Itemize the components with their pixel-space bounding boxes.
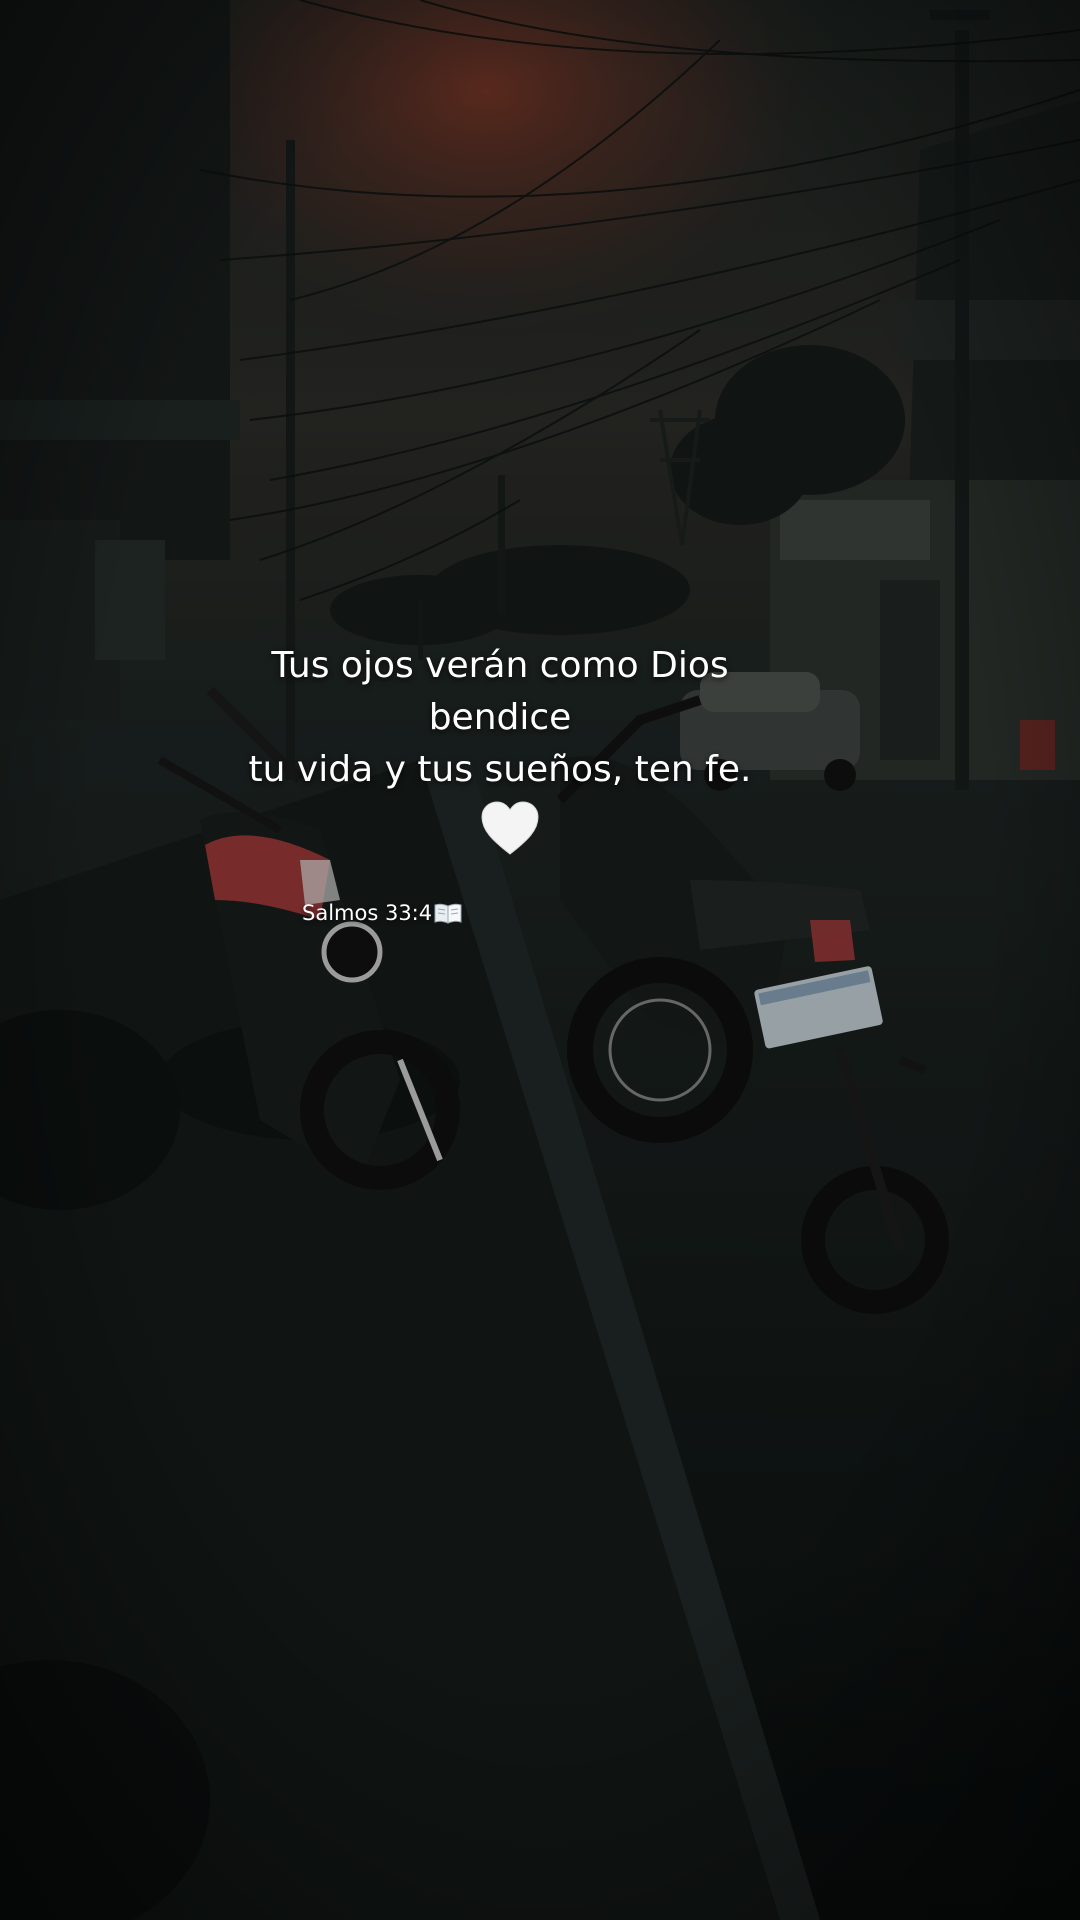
open-book-icon: [434, 903, 462, 924]
quote-text: Tus ojos verán como Dios bendice tu vida…: [240, 640, 760, 796]
vignette: [0, 0, 1080, 1920]
quote-line-2: bendice: [428, 697, 572, 738]
white-heart-icon: [481, 801, 539, 855]
reference-text: Salmos 33:4: [302, 901, 433, 925]
quote-line-3: tu vida y tus sueños, ten fe.: [248, 749, 752, 790]
quote-line-1: Tus ojos verán como Dios: [271, 645, 729, 686]
street-night-photo: [0, 0, 1080, 1920]
scripture-reference: Salmos 33:4: [302, 900, 462, 926]
